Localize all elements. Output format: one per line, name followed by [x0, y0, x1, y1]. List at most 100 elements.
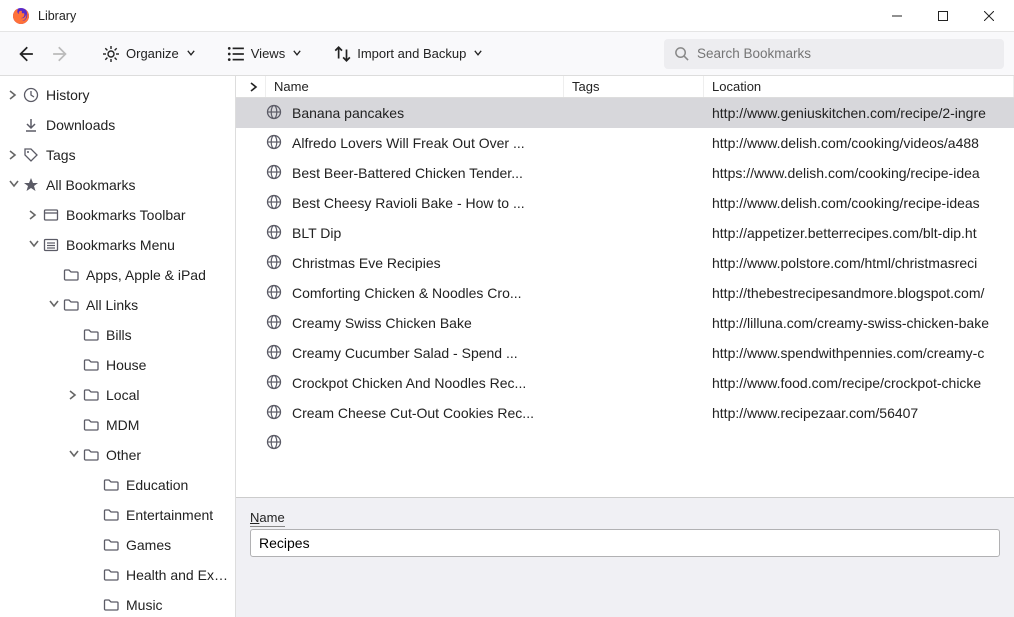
column-location[interactable]: Location: [704, 76, 1014, 97]
folder-icon: [62, 296, 80, 314]
sidebar-item-house[interactable]: House: [0, 350, 235, 380]
bookmark-name: Creamy Cucumber Salad - Spend ...: [292, 345, 518, 361]
titlebar: Library: [0, 0, 1014, 32]
name-field-label: Name: [250, 510, 1000, 525]
sidebar-item-label: Local: [106, 387, 139, 403]
sidebar-item-tags[interactable]: Tags: [0, 140, 235, 170]
sidebar-item-bookmarks-toolbar[interactable]: Bookmarks Toolbar: [0, 200, 235, 230]
bookmark-location: http://www.food.com/recipe/crockpot-chic…: [704, 375, 1014, 391]
organize-label: Organize: [126, 46, 179, 61]
bookmark-row[interactable]: [236, 428, 1014, 458]
bookmark-location: http://appetizer.betterrecipes.com/blt-d…: [704, 225, 1014, 241]
bookmark-name: Comforting Chicken & Noodles Cro...: [292, 285, 522, 301]
twisty-icon[interactable]: [6, 177, 22, 193]
forward-button[interactable]: [46, 41, 76, 67]
sidebar-item-label: Entertainment: [126, 507, 213, 523]
twisty-none: [66, 327, 82, 343]
bookmark-location: http://www.geniuskitchen.com/recipe/2-in…: [704, 105, 1014, 121]
minimize-button[interactable]: [874, 0, 920, 32]
bookmark-row[interactable]: Cream Cheese Cut-Out Cookies Rec...http:…: [236, 398, 1014, 428]
sidebar-item-all-links[interactable]: All Links: [0, 290, 235, 320]
sidebar[interactable]: HistoryDownloadsTags All Bookmarks Bookmar…: [0, 76, 236, 617]
sidebar-item-games[interactable]: Games: [0, 530, 235, 560]
sidebar-item-local[interactable]: Local: [0, 380, 235, 410]
back-button[interactable]: [10, 41, 40, 67]
close-button[interactable]: [966, 0, 1012, 32]
search-icon: [674, 46, 689, 61]
twisty-none: [66, 357, 82, 373]
views-label: Views: [251, 46, 285, 61]
toolbar: Organize Views Import and Backup: [0, 32, 1014, 76]
bookmark-row[interactable]: Christmas Eve Recipies http://www.polstor…: [236, 248, 1014, 278]
maximize-button[interactable]: [920, 0, 966, 32]
sidebar-item-health-and-exercise[interactable]: Health and Exercise: [0, 560, 235, 590]
sidebar-item-label: Games: [126, 537, 171, 553]
bookmark-name: Alfredo Lovers Will Freak Out Over ...: [292, 135, 525, 151]
twisty-none: [6, 117, 22, 133]
column-name[interactable]: Name: [266, 76, 564, 97]
bookmark-name: Christmas Eve Recipies: [292, 255, 441, 271]
bookmark-location: http://thebestrecipesandmore.blogspot.co…: [704, 285, 1014, 301]
search-box[interactable]: [664, 39, 1004, 69]
bookmark-row[interactable]: Alfredo Lovers Will Freak Out Over ...ht…: [236, 128, 1014, 158]
twisty-icon[interactable]: [66, 447, 82, 463]
twisty-icon[interactable]: [66, 387, 82, 403]
globe-icon: [266, 104, 284, 122]
bookmark-name: Banana pancakes: [292, 105, 404, 121]
views-menu[interactable]: Views: [221, 41, 307, 67]
bookmark-row[interactable]: Comforting Chicken & Noodles Cro... http:…: [236, 278, 1014, 308]
bookmark-row[interactable]: BLT Diphttp://appetizer.betterrecipes.co…: [236, 218, 1014, 248]
organize-menu[interactable]: Organize: [96, 41, 201, 67]
sidebar-item-history[interactable]: History: [0, 80, 235, 110]
bookmark-row[interactable]: Creamy Swiss Chicken Bakehttp://lilluna.…: [236, 308, 1014, 338]
sidebar-item-downloads[interactable]: Downloads: [0, 110, 235, 140]
sidebar-item-entertainment[interactable]: Entertainment: [0, 500, 235, 530]
bookmark-list[interactable]: Banana pancakes http://www.geniuskitchen.…: [236, 98, 1014, 497]
import-export-icon: [333, 45, 351, 63]
globe-icon: [266, 374, 284, 392]
sidebar-item-apps-apple-ipad[interactable]: Apps, Apple & iPad: [0, 260, 235, 290]
sidebar-item-bills[interactable]: Bills: [0, 320, 235, 350]
sidebar-item-label: Music: [126, 597, 163, 613]
sidebar-item-mdm[interactable]: MDM: [0, 410, 235, 440]
globe-icon: [266, 434, 284, 452]
bookmark-name: Crockpot Chicken And Noodles Rec...: [292, 375, 526, 391]
sidebar-item-education[interactable]: Education: [0, 470, 235, 500]
twisty-none: [86, 507, 102, 523]
import-backup-menu[interactable]: Import and Backup: [327, 41, 488, 67]
sidebar-item-music[interactable]: Music: [0, 590, 235, 617]
bookmark-row[interactable]: Banana pancakes http://www.geniuskitchen.…: [236, 98, 1014, 128]
globe-icon: [266, 404, 284, 422]
bookmark-row[interactable]: Best Beer-Battered Chicken Tender...http…: [236, 158, 1014, 188]
globe-icon: [266, 284, 284, 302]
bookmark-location: http://www.polstore.com/html/christmasre…: [704, 255, 1014, 271]
folder-icon: [82, 416, 100, 434]
sidebar-item-all-bookmarks[interactable]: All Bookmarks: [0, 170, 235, 200]
twisty-icon[interactable]: [46, 297, 62, 313]
twisty-icon[interactable]: [6, 87, 22, 103]
bookmark-row[interactable]: Best Cheesy Ravioli Bake - How to ...htt…: [236, 188, 1014, 218]
twisty-icon[interactable]: [26, 207, 42, 223]
chevron-down-icon: [293, 50, 301, 58]
search-input[interactable]: [697, 46, 994, 61]
sidebar-item-label: MDM: [106, 417, 139, 433]
bookmark-row[interactable]: Crockpot Chicken And Noodles Rec... http:…: [236, 368, 1014, 398]
bookmark-row[interactable]: Creamy Cucumber Salad - Spend ... http://…: [236, 338, 1014, 368]
globe-icon: [266, 194, 284, 212]
twisty-icon[interactable]: [26, 237, 42, 253]
sidebar-item-bookmarks-menu[interactable]: Bookmarks Menu: [0, 230, 235, 260]
folder-icon: [102, 536, 120, 554]
sidebar-item-label: All Bookmarks: [46, 177, 135, 193]
column-tags[interactable]: Tags: [564, 76, 704, 97]
bookmark-location: http://www.spendwithpennies.com/creamy-c: [704, 345, 1014, 361]
sidebar-item-label: Health and Exercise: [126, 567, 229, 583]
twisty-icon[interactable]: [6, 147, 22, 163]
sidebar-item-other[interactable]: Other: [0, 440, 235, 470]
sort-column[interactable]: [236, 76, 266, 97]
chevron-down-icon: [474, 50, 482, 58]
globe-icon: [266, 164, 284, 182]
column-headers: Name Tags Location: [236, 76, 1014, 98]
bookmark-name: Cream Cheese Cut-Out Cookies Rec...: [292, 405, 534, 421]
name-field[interactable]: [250, 529, 1000, 557]
globe-icon: [266, 134, 284, 152]
